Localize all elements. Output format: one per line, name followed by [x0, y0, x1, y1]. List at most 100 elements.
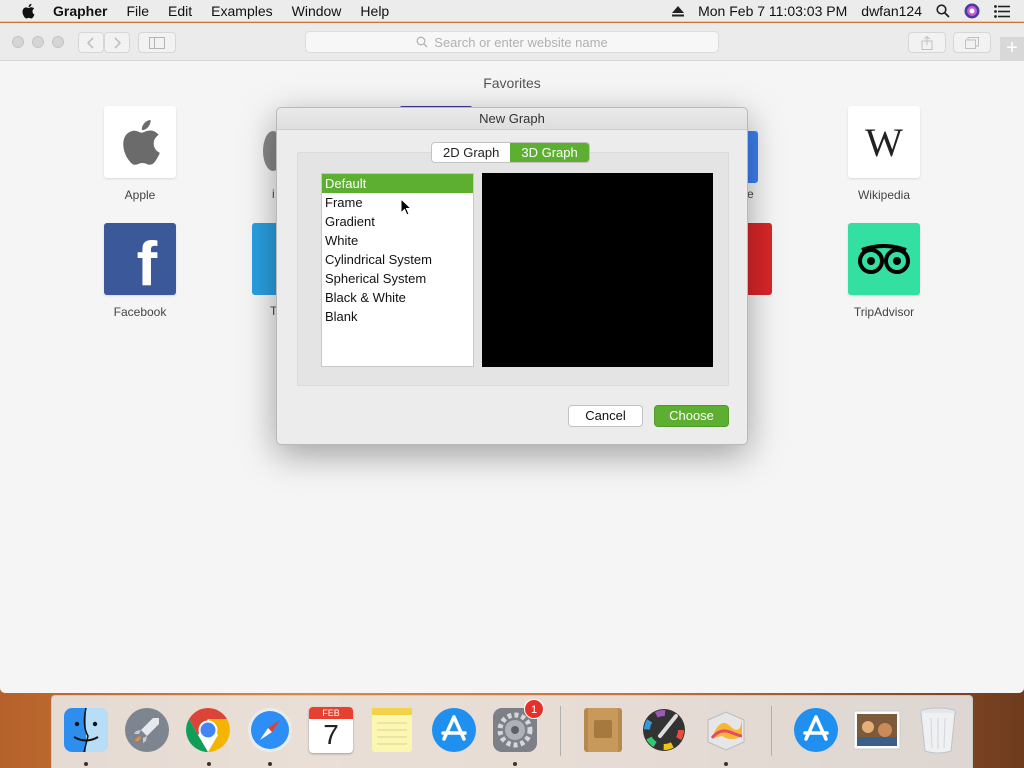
apple-logo-icon: [123, 120, 160, 165]
menubar-clock[interactable]: Mon Feb 7 11:03:03 PM: [698, 3, 847, 19]
notification-badge: 1: [524, 699, 544, 719]
graph-type-segmented-control: 2D Graph 3D Graph: [431, 142, 590, 163]
menu-examples[interactable]: Examples: [211, 3, 272, 19]
minimize-window-button[interactable]: [32, 36, 44, 48]
tripadvisor-tile: [848, 223, 920, 295]
sidebar-icon: [149, 36, 165, 49]
template-list[interactable]: Default Frame Gradient White Cylindrical…: [321, 173, 474, 367]
template-item-gradient[interactable]: Gradient: [322, 212, 473, 231]
chevron-left-icon: [87, 36, 94, 49]
menu-window[interactable]: Window: [292, 3, 342, 19]
calendar-day: 7: [323, 719, 339, 750]
dock-system-preferences[interactable]: 1: [490, 699, 544, 755]
mouse-cursor-icon: [400, 198, 412, 216]
dock-downloads[interactable]: [791, 705, 841, 755]
notes-icon: [372, 708, 412, 752]
photo-thumbnail-icon: [853, 710, 901, 750]
template-panel: Default Frame Gradient White Cylindrical…: [297, 152, 729, 386]
address-bar-placeholder: Search or enter website name: [434, 34, 608, 50]
tab-2d-graph[interactable]: 2D Graph: [432, 143, 510, 162]
dock-books[interactable]: [578, 705, 628, 755]
template-item-black-and-white[interactable]: Black & White: [322, 288, 473, 307]
menu-file[interactable]: File: [126, 3, 149, 19]
siri-icon[interactable]: [964, 3, 980, 19]
menu-edit[interactable]: Edit: [168, 3, 192, 19]
grapher-icon: [707, 711, 745, 751]
template-item-cylindrical-system[interactable]: Cylindrical System: [322, 250, 473, 269]
menu-app-name[interactable]: Grapher: [53, 3, 107, 19]
zoom-window-button[interactable]: [52, 36, 64, 48]
finder-icon: [64, 707, 108, 753]
template-item-white[interactable]: White: [322, 231, 473, 250]
wikipedia-icon: W: [865, 119, 903, 165]
favorite-label: Wikipedia: [857, 188, 911, 202]
apple-tile: [104, 106, 176, 178]
dock-chrome[interactable]: [183, 705, 233, 755]
dock-trash[interactable]: [913, 705, 963, 755]
apple-menu-icon[interactable]: [19, 3, 37, 19]
dock-app-store[interactable]: [429, 705, 479, 755]
running-indicator: [513, 762, 517, 766]
menu-help[interactable]: Help: [360, 3, 389, 19]
address-bar[interactable]: Search or enter website name: [305, 31, 719, 53]
menubar-user[interactable]: dwfan124: [861, 3, 922, 19]
spotlight-search-icon[interactable]: [936, 4, 950, 18]
favorites-title: Favorites: [483, 75, 541, 91]
facebook-icon: f: [136, 230, 158, 299]
downloads-stack-icon: [794, 708, 838, 752]
search-icon: [416, 36, 428, 48]
favorite-label: TripAdvisor: [853, 305, 915, 319]
running-indicator: [268, 762, 272, 766]
partial-label: e: [747, 187, 754, 201]
dock: FEB 7 1: [51, 695, 973, 768]
share-button[interactable]: [908, 32, 946, 53]
tabs-overview-button[interactable]: [953, 32, 991, 53]
choose-button[interactable]: Choose: [654, 405, 729, 427]
back-button[interactable]: [78, 32, 104, 53]
dock-photo-stack[interactable]: [852, 705, 902, 755]
color-wheel-icon: [643, 709, 685, 751]
sidebar-toggle-button[interactable]: [138, 32, 176, 53]
dock-finder[interactable]: [61, 705, 111, 755]
safari-compass-icon: [248, 708, 292, 752]
new-graph-dialog: New Graph 2D Graph 3D Graph Default Fram…: [276, 107, 748, 445]
favorite-facebook[interactable]: f Facebook: [90, 223, 190, 319]
favorite-wikipedia[interactable]: W Wikipedia: [834, 106, 934, 202]
favorite-tripadvisor[interactable]: TripAdvisor: [834, 223, 934, 319]
trash-icon: [919, 707, 957, 754]
dock-calendar[interactable]: FEB 7: [306, 705, 356, 755]
tripadvisor-icon: [858, 244, 910, 274]
cancel-button[interactable]: Cancel: [568, 405, 643, 427]
forward-button[interactable]: [104, 32, 130, 53]
eject-icon[interactable]: [672, 5, 685, 17]
dialog-title: New Graph: [277, 108, 747, 130]
favorite-label: Facebook: [113, 305, 167, 319]
chevron-right-icon: [114, 36, 121, 49]
dock-grapher[interactable]: [701, 705, 751, 755]
dock-separator: [771, 706, 772, 756]
template-preview: [482, 173, 713, 367]
template-item-blank[interactable]: Blank: [322, 307, 473, 326]
favorite-label: Apple: [124, 188, 156, 202]
dock-safari[interactable]: [245, 705, 295, 755]
tab-3d-graph[interactable]: 3D Graph: [510, 143, 589, 162]
dock-color-picker[interactable]: [639, 705, 689, 755]
template-item-default[interactable]: Default: [322, 174, 473, 193]
dock-separator: [560, 706, 561, 756]
running-indicator: [207, 762, 211, 766]
close-window-button[interactable]: [12, 36, 24, 48]
facebook-tile: f: [104, 223, 176, 299]
template-item-frame[interactable]: Frame: [322, 193, 473, 212]
notification-center-icon[interactable]: [994, 4, 1010, 18]
browser-toolbar: Search or enter website name +: [0, 23, 1024, 61]
wikipedia-tile: W: [848, 106, 920, 178]
new-tab-button[interactable]: +: [1000, 37, 1024, 61]
running-indicator: [724, 762, 728, 766]
template-item-spherical-system[interactable]: Spherical System: [322, 269, 473, 288]
tabs-icon: [965, 36, 979, 49]
books-icon: [584, 708, 622, 752]
favorite-apple[interactable]: Apple: [90, 106, 190, 202]
dock-notes[interactable]: [367, 705, 417, 755]
calendar-icon: FEB 7: [309, 707, 353, 753]
dock-launchpad[interactable]: [122, 705, 172, 755]
